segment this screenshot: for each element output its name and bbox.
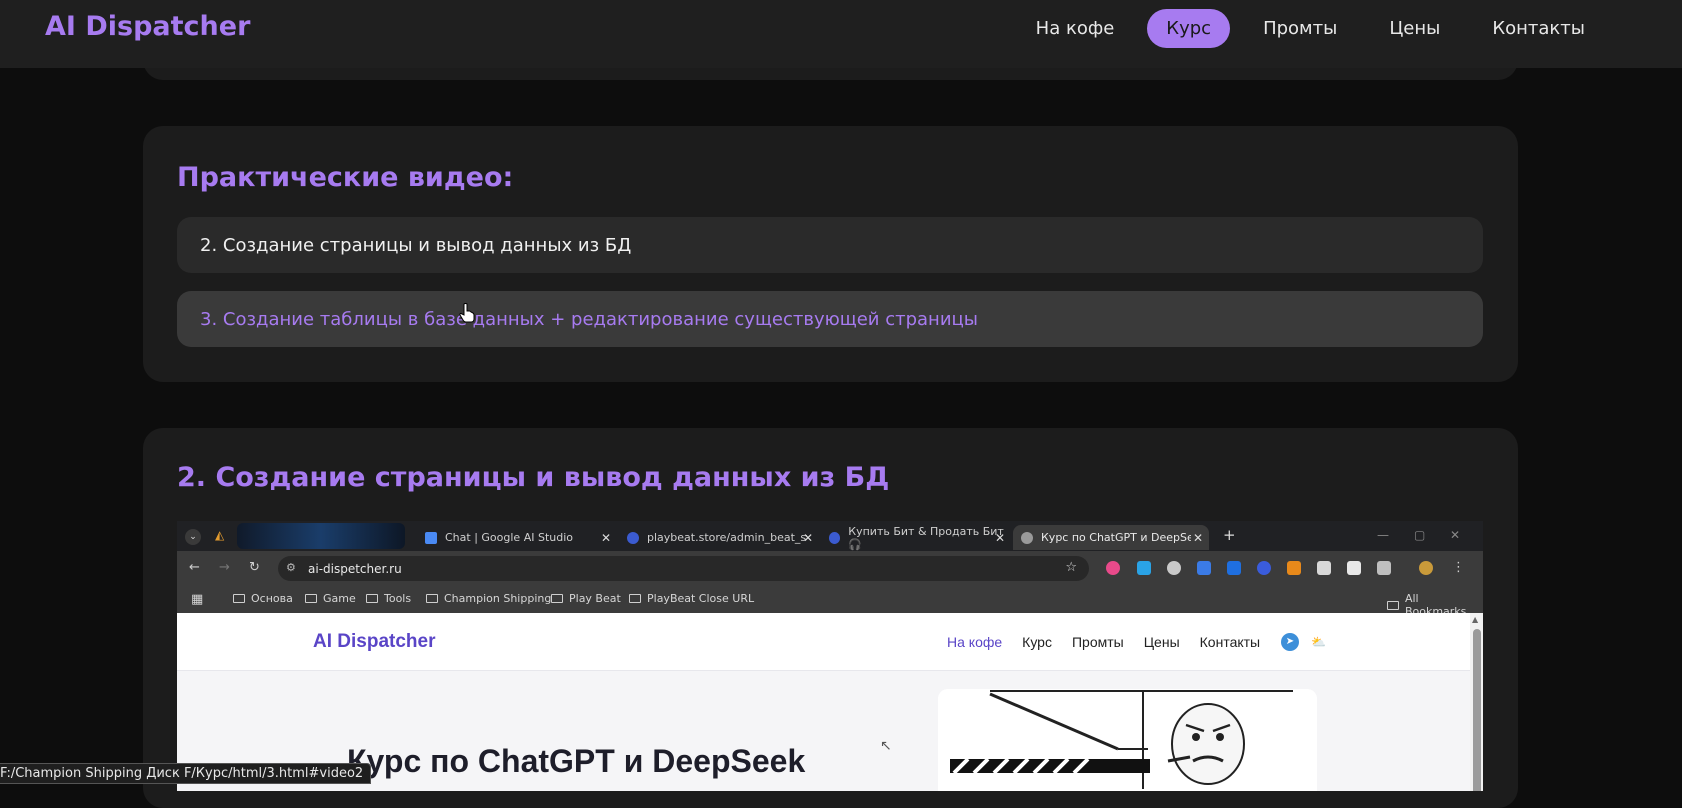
nav-link-contacts[interactable]: Контакты — [1473, 9, 1604, 48]
browser-toolbar: ← → ↻ ⚙ ai-dispetcher.ru ☆ ⋮ — [177, 551, 1483, 585]
ai-studio-icon — [425, 531, 437, 544]
url-text: ai-dispetcher.ru — [308, 561, 402, 576]
inner-nav-prompts[interactable]: Промты — [1072, 634, 1124, 650]
globe-icon — [1021, 531, 1033, 544]
section-title: Практические видео: — [177, 162, 514, 193]
nav-link-prices[interactable]: Цены — [1370, 9, 1459, 48]
tab-playbeat[interactable]: Купить Бит & Продать Бит 🎧 ✕ — [821, 524, 1011, 551]
apps-icon[interactable]: ▦ — [191, 592, 203, 607]
inner-cursor-icon: ↖ — [880, 738, 892, 754]
reload-icon[interactable]: ↻ — [249, 560, 260, 575]
tab-playbeat-admin[interactable]: playbeat.store/admin_beat_stat ✕ — [619, 525, 819, 550]
telegram-icon[interactable]: ➤ — [1281, 633, 1299, 651]
tab-search-icon: ⌄ — [185, 529, 201, 545]
inner-page: AI Dispatcher На кофе Курс Промты Цены К… — [177, 613, 1470, 791]
scroll-up-icon[interactable]: ▲ — [1472, 615, 1478, 624]
inner-nav: AI Dispatcher На кофе Курс Промты Цены К… — [177, 613, 1470, 671]
close-window-icon[interactable]: ✕ — [1450, 528, 1460, 542]
tab-label: Купить Бит & Продать Бит 🎧 — [848, 524, 1004, 551]
shield-icon[interactable] — [1317, 561, 1331, 575]
meme-drawing — [938, 689, 1317, 791]
inner-nav-prices[interactable]: Цены — [1144, 634, 1180, 650]
theme-icon[interactable]: ⛅ — [1311, 635, 1326, 649]
browser-tabbar: ⌄ ◭ Chat | Google AI Studio ✕ playbeat.s… — [177, 521, 1483, 551]
tab-course[interactable]: Курс по ChatGPT и DeepSeek | ✕ — [1013, 525, 1209, 550]
hand-cursor-icon — [459, 303, 475, 323]
nav-link-prompts[interactable]: Промты — [1244, 9, 1356, 48]
inner-logo[interactable]: AI Dispatcher — [313, 631, 435, 653]
extension-icon[interactable] — [1167, 561, 1181, 575]
extension-icon[interactable] — [1197, 561, 1211, 575]
inner-nav-links: На кофе Курс Промты Цены Контакты — [947, 634, 1260, 650]
lesson-title: 2. Создание страницы и вывод данных из Б… — [177, 462, 890, 493]
globe-icon — [627, 531, 639, 544]
nav-link-course[interactable]: Курс — [1147, 9, 1231, 48]
extension-icon[interactable] — [1106, 561, 1120, 575]
star-icon[interactable]: ☆ — [1065, 560, 1077, 575]
blurred-tab — [237, 523, 405, 549]
site-logo[interactable]: AI Dispatcher — [45, 11, 250, 42]
nav-links: На кофе Курс Промты Цены Контакты — [1003, 9, 1604, 48]
video-link-2[interactable]: 2. Создание страницы и вывод данных из Б… — [177, 217, 1483, 273]
close-icon[interactable]: ✕ — [601, 531, 611, 545]
nav-link-coffee[interactable]: На кофе — [1017, 9, 1134, 48]
puzzle-icon[interactable] — [1377, 561, 1391, 575]
notion-icon[interactable] — [1347, 561, 1361, 575]
download-icon[interactable] — [1227, 561, 1241, 575]
hero-title: Курс по ChatGPT и DeepSeek — [347, 743, 806, 779]
inner-nav-coffee[interactable]: На кофе — [947, 634, 1002, 650]
hero-meme-image — [938, 689, 1317, 791]
tab-label: Курс по ChatGPT и DeepSeek | — [1041, 531, 1191, 544]
close-icon[interactable]: ✕ — [803, 531, 813, 545]
address-bar[interactable]: ⚙ ai-dispetcher.ru ☆ — [278, 556, 1089, 581]
minimize-icon[interactable]: — — [1377, 528, 1389, 542]
tab-label: playbeat.store/admin_beat_stat — [647, 531, 807, 544]
lesson-video-frame[interactable]: ⌄ ◭ Chat | Google AI Studio ✕ playbeat.s… — [177, 521, 1483, 791]
extension-icon[interactable] — [1287, 561, 1301, 575]
site-info-icon[interactable]: ⚙ — [286, 561, 296, 574]
tab-label: Chat | Google AI Studio — [445, 531, 573, 544]
profile-avatar[interactable] — [1419, 561, 1433, 575]
globe-icon — [829, 531, 841, 544]
extension-icon[interactable] — [1137, 561, 1151, 575]
back-icon[interactable]: ← — [189, 560, 200, 575]
inner-nav-course[interactable]: Курс — [1022, 634, 1052, 650]
pinned-tab-icon: ◭ — [215, 528, 225, 542]
bookmark-folder[interactable]: Основа — [233, 592, 293, 605]
scroll-thumb[interactable] — [1473, 629, 1481, 791]
top-nav: AI Dispatcher На кофе Курс Промты Цены К… — [0, 0, 1682, 68]
practical-videos-card: Практические видео: 2. Создание страницы… — [143, 126, 1518, 382]
status-bar-url: F:/Champion Shipping Диск F/Курс/html/3.… — [0, 763, 372, 784]
inner-nav-contacts[interactable]: Контакты — [1200, 634, 1260, 650]
extension-icon[interactable] — [1257, 561, 1271, 575]
tab-ai-studio[interactable]: Chat | Google AI Studio ✕ — [417, 525, 617, 550]
bookmark-folder[interactable]: Play Beat — [551, 592, 621, 605]
bookmark-folder[interactable]: Champion Shipping — [426, 592, 551, 605]
bookmark-folder[interactable]: Tools — [366, 592, 411, 605]
new-tab-icon[interactable]: + — [1223, 526, 1236, 544]
bookmark-folder[interactable]: Game — [305, 592, 356, 605]
forward-icon[interactable]: → — [219, 560, 230, 575]
close-icon[interactable]: ✕ — [1193, 531, 1203, 545]
menu-icon[interactable]: ⋮ — [1452, 560, 1465, 575]
close-icon[interactable]: ✕ — [995, 531, 1005, 545]
bookmarks-bar: ▦ Основа Game Tools Champion Shipping Pl… — [177, 585, 1483, 618]
maximize-icon[interactable]: ▢ — [1414, 528, 1425, 542]
bookmark-folder[interactable]: PlayBeat Close URL — [629, 592, 754, 605]
video-link-3[interactable]: 3. Создание таблицы в базе данных + реда… — [177, 291, 1483, 347]
